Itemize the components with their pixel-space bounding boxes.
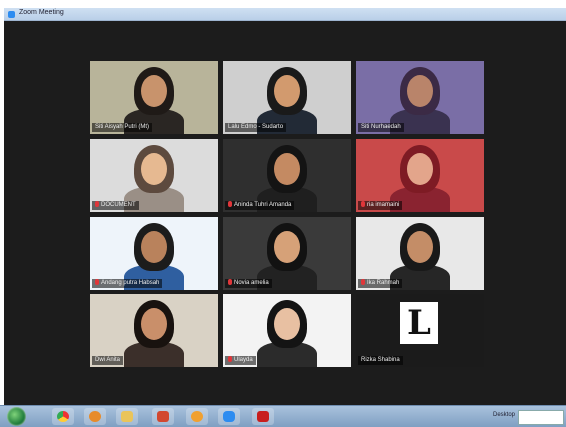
- participant-tile[interactable]: DOCUMENT: [90, 139, 218, 212]
- participant-name: Siti Aisyah Putri (Mt): [92, 123, 153, 132]
- participant-name: Rizka Shabina: [358, 356, 403, 365]
- mic-muted-icon: [228, 279, 232, 285]
- participant-name: Ika Rahmah: [358, 279, 403, 288]
- paint-taskbar-icon[interactable]: [152, 408, 174, 425]
- mic-muted-icon: [228, 201, 232, 207]
- participant-tile[interactable]: Andang putra Habsah: [90, 217, 218, 290]
- participant-face: [274, 75, 300, 107]
- participant-name: Novia amelia: [225, 279, 272, 288]
- participant-face: [274, 308, 300, 340]
- participant-tile[interactable]: Ulayda: [223, 294, 351, 367]
- taskbar: Desktop: [0, 405, 566, 427]
- mic-muted-icon: [361, 279, 365, 285]
- participant-tile[interactable]: ria imamaini: [356, 139, 484, 212]
- participant-tile[interactable]: L Rizka Shabina: [356, 294, 484, 367]
- mic-muted-icon: [95, 201, 99, 207]
- participant-name-text: Rizka Shabina: [361, 357, 400, 363]
- mic-muted-icon: [95, 279, 99, 285]
- participant-name-text: Dwi Anita: [95, 357, 121, 363]
- participant-face: [141, 153, 167, 185]
- participant-face: [141, 231, 167, 263]
- mic-muted-icon: [228, 356, 232, 362]
- window-title: Zoom Meeting: [19, 9, 64, 16]
- participant-name-text: Siti Aisyah Putri (Mt): [95, 124, 150, 130]
- participant-name: Dwi Anita: [92, 356, 124, 365]
- participant-name-text: Ulayda: [234, 357, 253, 363]
- participant-name: ria imamaini: [358, 201, 403, 210]
- participant-tile[interactable]: Dwi Anita: [90, 294, 218, 367]
- system-tray: Desktop: [493, 409, 564, 425]
- participant-name: Ulayda: [225, 356, 256, 365]
- participant-tile[interactable]: Aninda Tuhri Amanda: [223, 139, 351, 212]
- participant-face: [141, 308, 167, 340]
- participant-face: [274, 153, 300, 185]
- media-taskbar-icon[interactable]: [84, 408, 106, 425]
- participant-name: Andang putra Habsah: [92, 279, 163, 288]
- participant-face: [274, 231, 300, 263]
- app-taskbar-icon[interactable]: [186, 408, 208, 425]
- participant-tile[interactable]: Ika Rahmah: [356, 217, 484, 290]
- participant-name: Siti Nurhaedah: [358, 123, 404, 132]
- participant-name: Lalu Edmo - Sudarto: [225, 123, 287, 132]
- participant-tile[interactable]: Lalu Edmo - Sudarto: [223, 61, 351, 134]
- participant-name-text: Siti Nurhaedah: [361, 124, 401, 130]
- window-titlebar[interactable]: Zoom Meeting: [4, 8, 566, 21]
- zoom-taskbar-icon[interactable]: [218, 408, 240, 425]
- participant-face: [407, 231, 433, 263]
- tray-clock[interactable]: [518, 410, 564, 425]
- participant-name-text: Novia amelia: [234, 280, 269, 286]
- participant-name-text: Ika Rahmah: [367, 280, 400, 286]
- zoom-app-icon: [8, 11, 15, 18]
- participant-name-text: ria imamaini: [367, 202, 400, 208]
- participant-tile[interactable]: Novia amelia: [223, 217, 351, 290]
- participant-tile[interactable]: Siti Nurhaedah: [356, 61, 484, 134]
- profile-logo: L: [400, 302, 438, 344]
- participant-name: DOCUMENT: [92, 201, 139, 210]
- participant-face: [407, 153, 433, 185]
- pdf-taskbar-icon[interactable]: [252, 408, 274, 425]
- folder-taskbar-icon[interactable]: [116, 408, 138, 425]
- participant-name-text: Aninda Tuhri Amanda: [234, 202, 292, 208]
- participant-face: [141, 75, 167, 107]
- participant-tile[interactable]: Siti Aisyah Putri (Mt): [90, 61, 218, 134]
- participant-name-text: DOCUMENT: [101, 202, 136, 208]
- participant-name-text: Andang putra Habsah: [101, 280, 160, 286]
- meeting-gallery: Siti Aisyah Putri (Mt) Lalu Edmo - Sudart…: [4, 21, 566, 405]
- mic-muted-icon: [361, 201, 365, 207]
- chrome-taskbar-icon[interactable]: [52, 408, 74, 425]
- participant-name-text: Lalu Edmo - Sudarto: [228, 124, 284, 130]
- start-button[interactable]: [7, 407, 26, 426]
- participant-name: Aninda Tuhri Amanda: [225, 201, 295, 210]
- tray-label: Desktop: [493, 412, 516, 418]
- participant-face: [407, 75, 433, 107]
